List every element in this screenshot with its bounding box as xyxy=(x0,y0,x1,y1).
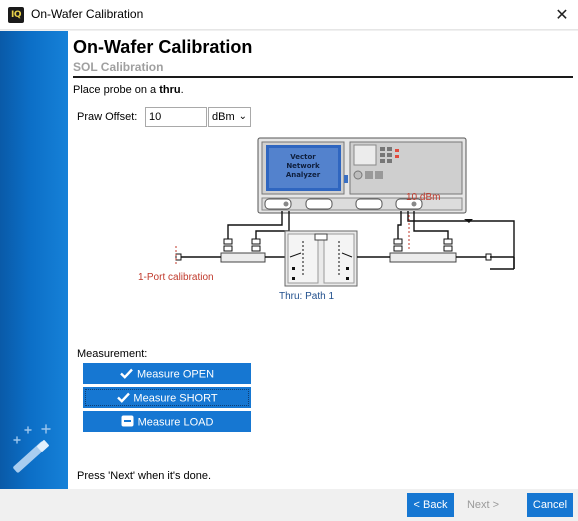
unit-dropdown-value: dBm xyxy=(212,111,235,123)
power-level-label: 10 dBm xyxy=(406,192,441,203)
instruction-suffix: . xyxy=(180,84,184,96)
close-icon[interactable]: ✕ xyxy=(550,4,574,26)
power-offset-input[interactable] xyxy=(145,107,207,127)
app-icon: IQ xyxy=(8,7,24,23)
done-hint: Press 'Next' when it's done. xyxy=(77,470,212,482)
wizard-sidebar xyxy=(0,31,68,489)
setup-diagram: Vector Network Analyzer xyxy=(175,137,515,287)
chevron-down-icon: ⌄ xyxy=(238,111,247,122)
page-title: On-Wafer Calibration xyxy=(73,37,253,57)
thru-path-label: Thru: Path 1 xyxy=(279,291,335,302)
window-title: On-Wafer Calibration xyxy=(31,7,144,21)
check-icon xyxy=(116,388,130,409)
cancel-button[interactable]: Cancel xyxy=(527,493,573,517)
measure-load-button[interactable]: Measure LOAD xyxy=(83,411,251,432)
instruction-text: Place probe on a thru. xyxy=(73,84,184,96)
instruction-prefix: Place probe on a xyxy=(73,84,160,96)
instruction-emphasis: thru xyxy=(159,84,181,96)
measure-load-label: Measure LOAD xyxy=(137,416,214,429)
title-bar: IQ On-Wafer Calibration ✕ xyxy=(0,0,578,30)
page-subtitle: SOL Calibration xyxy=(73,60,164,74)
power-offset-label: Praw Offset: xyxy=(77,111,138,123)
unit-dropdown[interactable]: dBm ⌄ xyxy=(208,107,251,127)
one-port-label: 1-Port calibration xyxy=(138,272,214,283)
measure-short-label: Measure SHORT xyxy=(133,392,218,405)
check-icon xyxy=(120,364,134,385)
back-button[interactable]: < Back xyxy=(407,493,454,517)
measure-short-button[interactable]: Measure SHORT xyxy=(83,387,251,408)
wizard-page: On-Wafer Calibration SOL Calibration Pla… xyxy=(68,31,578,489)
left-coupler xyxy=(175,238,285,265)
vna-label-line3: Analyzer xyxy=(286,171,321,179)
measure-open-button[interactable]: Measure OPEN xyxy=(83,363,251,384)
measure-open-label: Measure OPEN xyxy=(136,368,215,381)
vna-label-line1: Vector xyxy=(290,153,316,161)
next-button[interactable]: Next > xyxy=(460,493,506,517)
vna-label-line2: Network xyxy=(286,162,320,170)
minus-box-icon xyxy=(121,412,135,433)
title-divider xyxy=(73,76,573,78)
magic-wand-icon xyxy=(13,424,51,473)
wizard-footer: < Back Next > Cancel xyxy=(0,489,578,521)
thru-standard xyxy=(284,230,358,287)
right-coupler xyxy=(357,238,515,269)
measurement-label: Measurement: xyxy=(77,348,148,360)
